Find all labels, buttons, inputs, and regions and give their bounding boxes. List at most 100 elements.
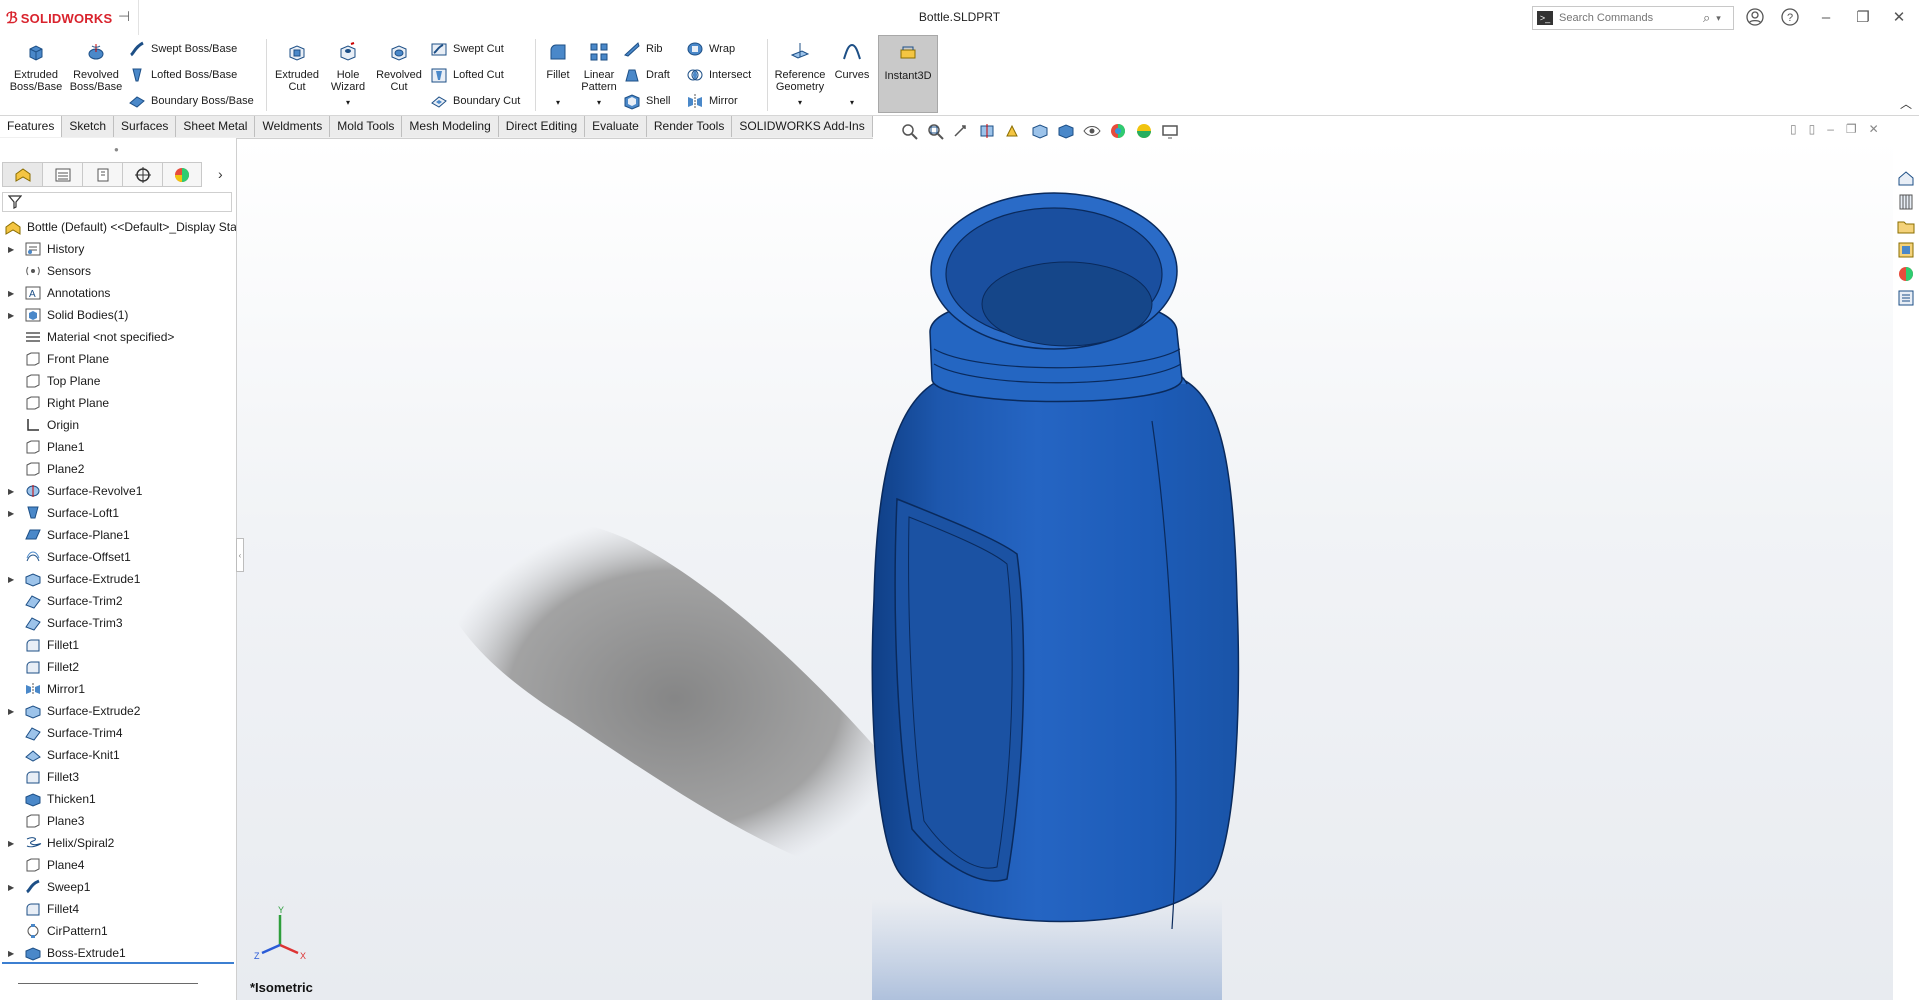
design-library-icon[interactable] [1896,192,1916,212]
propertymanager-tab[interactable] [42,162,82,187]
tree-item-surface-revolve1[interactable]: ▶ Surface-Revolve1 [0,480,236,502]
tree-item-top-plane[interactable]: Top Plane [0,370,236,392]
tree-item-material-not-specified[interactable]: Material <not specified> [0,326,236,348]
boundary-cut-button[interactable]: Boundary Cut [430,90,520,112]
help-icon[interactable]: ? [1780,8,1800,28]
hide-show-items-icon[interactable] [1082,122,1102,140]
displaymanager-tab[interactable] [162,162,202,187]
previous-view-icon[interactable] [952,122,972,140]
fillet-button[interactable]: Fillet ▾ [540,41,576,109]
revolved-boss-button[interactable]: Revolved Boss/Base [68,41,124,93]
tree-item-origin[interactable]: Origin [0,414,236,436]
minimize-window-icon[interactable]: – [1816,8,1836,28]
tree-item-sweep1[interactable]: ▶ Sweep1 [0,876,236,898]
linear-pattern-button[interactable]: Linear Pattern ▾ [578,41,620,109]
tree-root-part[interactable]: Bottle (Default) <<Default>_Display Sta [0,216,236,238]
tree-item-history[interactable]: ▶ History [0,238,236,260]
hole-wizard-button[interactable]: Hole Wizard ▾ [324,41,372,109]
expand-arrow-icon[interactable]: ▶ [8,707,18,716]
dimxpertmanager-tab[interactable] [122,162,162,187]
panel-splitter-handle[interactable]: ‹ [236,538,244,572]
lofted-cut-button[interactable]: Lofted Cut [430,64,504,86]
tree-item-surface-trim2[interactable]: Surface-Trim2 [0,590,236,612]
view-palette-icon[interactable] [1896,240,1916,260]
expand-arrow-icon[interactable]: ▶ [8,311,18,320]
pin-menu-icon[interactable]: ⊣ [118,8,130,25]
tree-item-surface-loft1[interactable]: ▶ Surface-Loft1 [0,502,236,524]
tree-item-surface-extrude2[interactable]: ▶ Surface-Extrude2 [0,700,236,722]
intersect-button[interactable]: Intersect [686,64,751,86]
tree-filter[interactable] [2,192,232,212]
rollback-bar[interactable] [2,962,234,964]
tree-item-surface-trim3[interactable]: Surface-Trim3 [0,612,236,634]
tab-evaluate[interactable]: Evaluate [585,116,647,137]
boundary-boss-button[interactable]: Boundary Boss/Base [128,90,254,112]
tree-item-plane4[interactable]: Plane4 [0,854,236,876]
close-window-icon[interactable]: ✕ [1889,8,1909,28]
search-icon[interactable]: ⌕ [1703,10,1710,26]
linear-pattern-dropdown-icon[interactable]: ▾ [578,97,620,109]
fillet-dropdown-icon[interactable]: ▾ [540,97,576,109]
tree-item-plane2[interactable]: Plane2 [0,458,236,480]
user-account-icon[interactable] [1745,8,1765,28]
tab-mold-tools[interactable]: Mold Tools [330,116,403,137]
document-minimize-icon[interactable]: – [1827,122,1834,136]
expand-arrow-icon[interactable]: ▶ [8,509,18,518]
expand-arrow-icon[interactable]: ▶ [8,575,18,584]
panel-horizontal-scrollbar[interactable] [18,983,198,984]
tree-item-cirpattern1[interactable]: CirPattern1 [0,920,236,942]
tree-item-plane1[interactable]: Plane1 [0,436,236,458]
custom-properties-icon[interactable] [1896,288,1916,308]
tree-item-surface-plane1[interactable]: Surface-Plane1 [0,524,236,546]
tree-item-fillet2[interactable]: Fillet2 [0,656,236,678]
revolved-cut-button[interactable]: Revolved Cut [372,41,426,93]
tree-item-thicken1[interactable]: Thicken1 [0,788,236,810]
tree-item-helix-spiral2[interactable]: ▶ Helix/Spiral2 [0,832,236,854]
tree-item-plane3[interactable]: Plane3 [0,810,236,832]
expand-arrow-icon[interactable]: ▶ [8,245,18,254]
instant3d-button[interactable]: Instant3D [878,35,938,113]
tree-item-right-plane[interactable]: Right Plane [0,392,236,414]
rib-button[interactable]: Rib [623,38,663,60]
tree-item-solid-bodies-1[interactable]: ▶ Solid Bodies(1) [0,304,236,326]
curves-button[interactable]: Curves ▾ [832,41,872,109]
file-explorer-icon[interactable] [1896,216,1916,236]
search-commands-box[interactable]: >_ ⌕ ▾ [1532,6,1734,30]
view-settings-icon[interactable] [1160,122,1180,140]
zoom-to-area-icon[interactable] [926,122,946,140]
tree-item-mirror1[interactable]: Mirror1 [0,678,236,700]
zoom-to-fit-icon[interactable] [900,122,920,140]
document-restore-icon[interactable]: ❐ [1846,122,1857,136]
swept-cut-button[interactable]: Swept Cut [430,38,504,60]
curves-dropdown-icon[interactable]: ▾ [832,97,872,109]
tab-surfaces[interactable]: Surfaces [114,116,177,137]
search-commands-input[interactable] [1557,11,1701,25]
featuremanager-tree-tab[interactable] [2,162,42,187]
tile-right-icon[interactable]: ▯ [1809,122,1816,136]
swept-boss-button[interactable]: Swept Boss/Base [128,38,237,60]
wrap-button[interactable]: Wrap [686,38,735,60]
appearances-icon[interactable] [1896,264,1916,284]
apply-scene-icon[interactable] [1134,122,1154,140]
restore-window-icon[interactable]: ❐ [1853,8,1873,28]
tile-left-icon[interactable]: ▯ [1790,122,1797,136]
tree-item-surface-extrude1[interactable]: ▶ Surface-Extrude1 [0,568,236,590]
tab-sketch[interactable]: Sketch [62,116,115,137]
expand-arrow-icon[interactable]: ▶ [8,839,18,848]
bottle-model[interactable] [237,139,1893,1000]
expand-arrow-icon[interactable]: ▶ [8,949,18,958]
section-view-icon[interactable] [978,122,998,140]
tree-item-fillet3[interactable]: Fillet3 [0,766,236,788]
tree-item-surface-knit1[interactable]: Surface-Knit1 [0,744,236,766]
tab-render-tools[interactable]: Render Tools [646,116,733,137]
tree-item-boss-extrude1[interactable]: ▶ Boss-Extrude1 [0,942,236,964]
solidworks-resources-icon[interactable] [1896,168,1916,188]
tab-sheet-metal[interactable]: Sheet Metal [176,116,256,137]
collapse-ribbon-icon[interactable]: ︿ [1900,95,1912,112]
hole-wizard-dropdown-icon[interactable]: ▾ [324,97,372,109]
tree-item-surface-trim4[interactable]: Surface-Trim4 [0,722,236,744]
draft-button[interactable]: Draft [623,64,670,86]
lofted-boss-button[interactable]: Lofted Boss/Base [128,64,237,86]
tab-direct-editing[interactable]: Direct Editing [498,116,586,137]
extruded-boss-button[interactable]: Extruded Boss/Base [8,41,64,93]
